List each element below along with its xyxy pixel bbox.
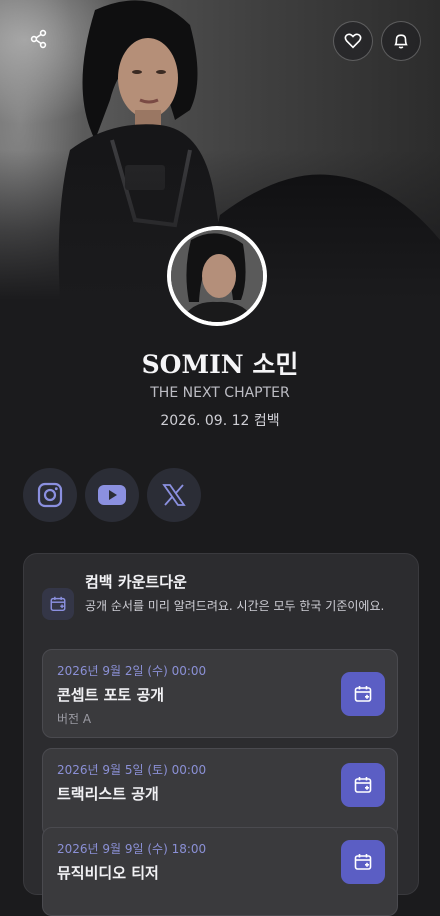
instagram-button[interactable] [23, 468, 77, 522]
event-title: 콘셉트 포토 공개 [57, 686, 165, 704]
x-icon [162, 484, 186, 506]
calendar-add-icon [354, 686, 372, 702]
youtube-icon [98, 485, 126, 505]
heart-icon [344, 33, 362, 49]
calendar-add-icon [354, 854, 372, 870]
event-date: 2026년 9월 9일 (수) 18:00 [57, 842, 207, 856]
add-to-calendar-button[interactable] [341, 840, 385, 884]
event-card[interactable]: 2026년 9월 2일 (수) 00:00 콘셉트 포토 공개 버전 A [42, 649, 398, 738]
youtube-button[interactable] [85, 468, 139, 522]
artist-name: SOMIN 소민 [141, 350, 299, 379]
event-card[interactable]: 2026년 9월 9일 (수) 18:00 뮤직비디오 티저 [42, 827, 398, 916]
x-button[interactable] [147, 468, 201, 522]
countdown-title: 컴백 카운트다운 [85, 573, 187, 591]
like-button[interactable] [333, 21, 373, 61]
calendar-icon [42, 588, 74, 620]
share-button[interactable] [20, 20, 58, 58]
bell-icon [394, 34, 408, 49]
avatar [167, 226, 267, 326]
notify-button[interactable] [381, 21, 421, 61]
album-subtitle: THE NEXT CHAPTER [150, 385, 290, 401]
comeback-date: 2026. 09. 12 컴백 [160, 413, 280, 429]
countdown-description: 공개 순서를 미리 알려드려요. 시간은 모두 한국 기준이에요. [85, 599, 385, 613]
add-to-calendar-button[interactable] [341, 763, 385, 807]
instagram-icon [37, 482, 63, 508]
calendar-add-icon [354, 777, 372, 793]
countdown-panel: 컴백 카운트다운 공개 순서를 미리 알려드려요. 시간은 모두 한국 기준이에… [23, 553, 419, 916]
avatar-photo [171, 230, 263, 322]
event-card[interactable]: 2026년 9월 5일 (토) 00:00 트랙리스트 공개 [42, 748, 398, 837]
add-to-calendar-button[interactable] [341, 672, 385, 716]
share-icon [30, 29, 47, 49]
event-date: 2026년 9월 2일 (수) 00:00 [57, 664, 207, 678]
event-note: 버전 A [57, 712, 92, 726]
event-title: 트랙리스트 공개 [57, 785, 159, 803]
event-date: 2026년 9월 5일 (토) 00:00 [57, 763, 207, 777]
